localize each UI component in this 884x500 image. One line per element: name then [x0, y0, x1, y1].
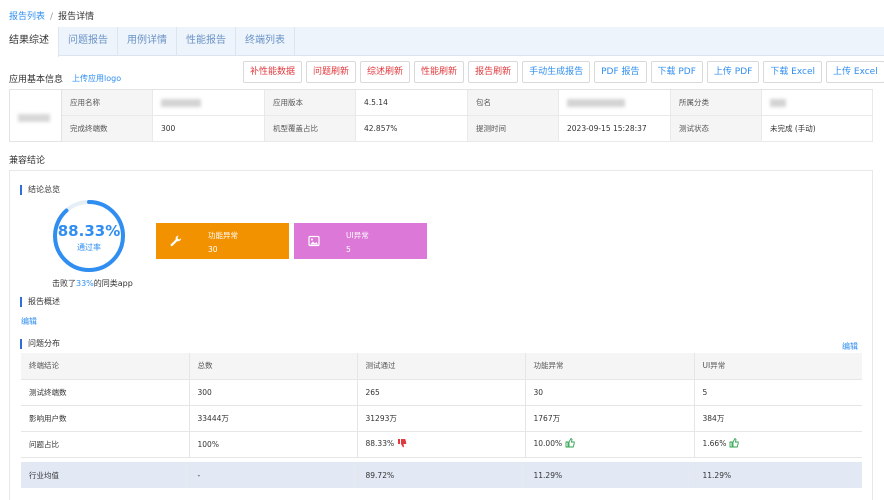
- column-header: UI异常: [694, 353, 862, 380]
- generate-report-button[interactable]: 手动生成报告: [522, 61, 591, 83]
- table-cell: 100%: [189, 431, 358, 458]
- package-label: 包名: [468, 90, 559, 116]
- table-cell: 89.72%: [357, 462, 526, 488]
- app-info-table: 应用名称 应用版本 4.5.14 包名 所属分类 完成终端数 300 机型覆盖占…: [9, 89, 873, 142]
- overview-title: 报告概述: [20, 297, 60, 307]
- distribution-edit-link[interactable]: 编辑: [842, 341, 858, 352]
- column-header: 总数: [189, 353, 358, 380]
- issue-distribution-table: 终端结论 总数 测试通过 功能异常 UI异常 测试终端数 300 265 30 …: [21, 353, 862, 488]
- submit-time-value: 2023-09-15 15:28:37: [559, 116, 671, 142]
- ui-error-count: 5: [346, 245, 351, 254]
- overview-edit-link[interactable]: 编辑: [21, 316, 37, 327]
- app-version-label: 应用版本: [265, 90, 356, 116]
- test-status-label: 测试状态: [671, 116, 762, 142]
- breadcrumb-current: 报告详情: [58, 12, 95, 22]
- category-label: 所属分类: [671, 90, 762, 116]
- table-cell: 影响用户数: [21, 405, 190, 432]
- pass-rate-label: 通过率: [77, 243, 101, 252]
- table-cell: 行业均值: [21, 462, 190, 488]
- table-cell: -: [189, 462, 358, 488]
- tab-issue-report[interactable]: 问题报告: [59, 27, 118, 56]
- app-logo: [10, 90, 62, 142]
- table-cell: 265: [357, 379, 526, 406]
- table-header-row: 终端结论 总数 测试通过 功能异常 UI异常: [21, 353, 862, 380]
- app-name-value: [153, 90, 265, 116]
- table-cell: 问题占比: [21, 431, 190, 458]
- func-error-count: 30: [208, 245, 218, 254]
- table-cell: 11.29%: [694, 462, 862, 488]
- refresh-summary-button[interactable]: 综述刷新: [360, 61, 411, 83]
- column-header: 功能异常: [525, 353, 695, 380]
- upload-pdf-button[interactable]: 上传 PDF: [706, 61, 760, 83]
- tab-performance-report[interactable]: 性能报告: [177, 27, 236, 56]
- tab-terminal-list[interactable]: 终端列表: [236, 27, 295, 56]
- ui-error-card[interactable]: UI异常 5: [294, 223, 427, 259]
- refresh-performance-button[interactable]: 性能刷新: [414, 61, 465, 83]
- thumbs-up-icon: [729, 437, 739, 450]
- table-cell: 1767万: [525, 405, 695, 432]
- column-header: 测试通过: [357, 353, 526, 380]
- compat-title: 兼容结论: [9, 156, 46, 166]
- terminals-value: 300: [153, 116, 265, 142]
- app-info-title: 应用基本信息: [9, 75, 64, 85]
- thumbs-down-icon: [397, 438, 407, 450]
- app-version-value: 4.5.14: [356, 90, 468, 116]
- compat-panel: 结论总览 88.33% 通过率 击败了33%的同类app 功能异常 30 UI异…: [9, 170, 873, 500]
- upload-logo-link[interactable]: 上传应用logo: [72, 73, 121, 84]
- distribution-title: 问题分布: [20, 339, 60, 349]
- table-cell: 测试终端数: [21, 379, 190, 406]
- refresh-issues-button[interactable]: 问题刷新: [306, 61, 357, 83]
- breadcrumb-report-list-link[interactable]: 报告列表: [9, 12, 45, 22]
- supplement-perf-data-button[interactable]: 补性能数据: [243, 61, 303, 83]
- tab-bar: 结果综述 问题报告 用例详情 性能报告 终端列表: [0, 27, 884, 57]
- table-row: 影响用户数 33444万 31293万 1767万 384万: [21, 405, 862, 432]
- coverage-label: 机型覆盖占比: [265, 116, 356, 142]
- pass-rate-value: 88.33%: [57, 222, 121, 240]
- table-row: 问题占比 100% 88.33% 10.00% 1.66%: [21, 431, 862, 458]
- upload-excel-button[interactable]: 上传 Excel: [826, 61, 884, 83]
- summary-title: 结论总览: [20, 185, 60, 195]
- category-value: [762, 90, 873, 116]
- package-value: [559, 90, 671, 116]
- table-cell: 31293万: [357, 405, 526, 432]
- terminals-label: 完成终端数: [62, 116, 153, 142]
- table-cell: 10.00%: [525, 431, 695, 458]
- app-name-label: 应用名称: [62, 90, 153, 116]
- beat-text: 击败了33%的同类app: [52, 279, 133, 288]
- tab-summary[interactable]: 结果综述: [0, 27, 59, 57]
- breadcrumb-separator: /: [50, 12, 54, 22]
- coverage-value: 42.857%: [356, 116, 468, 142]
- table-cell: 88.33%: [357, 431, 526, 458]
- image-icon: [294, 223, 334, 259]
- table-cell: 1.66%: [694, 431, 862, 458]
- tab-case-details[interactable]: 用例详情: [118, 27, 177, 56]
- func-error-card[interactable]: 功能异常 30: [156, 223, 289, 259]
- table-cell: 33444万: [189, 405, 358, 432]
- func-error-title: 功能异常: [208, 231, 238, 240]
- refresh-report-button[interactable]: 报告刷新: [468, 61, 519, 83]
- pdf-report-button[interactable]: PDF 报告: [594, 61, 647, 83]
- ui-error-title: UI异常: [346, 231, 369, 240]
- breadcrumb: 报告列表 / 报告详情: [9, 9, 94, 22]
- table-cell: 11.29%: [525, 462, 695, 488]
- table-cell: 5: [694, 379, 862, 406]
- thumbs-up-icon: [565, 437, 575, 450]
- table-cell: 30: [525, 379, 695, 406]
- toolbar: 补性能数据 问题刷新 综述刷新 性能刷新 报告刷新 手动生成报告 PDF 报告 …: [243, 61, 884, 83]
- test-status-value: 未完成 (手动): [762, 116, 873, 142]
- download-pdf-button[interactable]: 下载 PDF: [650, 61, 703, 83]
- wrench-icon: [156, 223, 196, 259]
- table-cell: 384万: [694, 405, 862, 432]
- industry-average-row: 行业均值 - 89.72% 11.29% 11.29%: [21, 462, 862, 488]
- download-excel-button[interactable]: 下载 Excel: [763, 61, 823, 83]
- submit-time-label: 提测时间: [468, 116, 559, 142]
- table-row: 测试终端数 300 265 30 5: [21, 379, 862, 406]
- column-header: 终端结论: [21, 353, 190, 380]
- table-cell: 300: [189, 379, 358, 406]
